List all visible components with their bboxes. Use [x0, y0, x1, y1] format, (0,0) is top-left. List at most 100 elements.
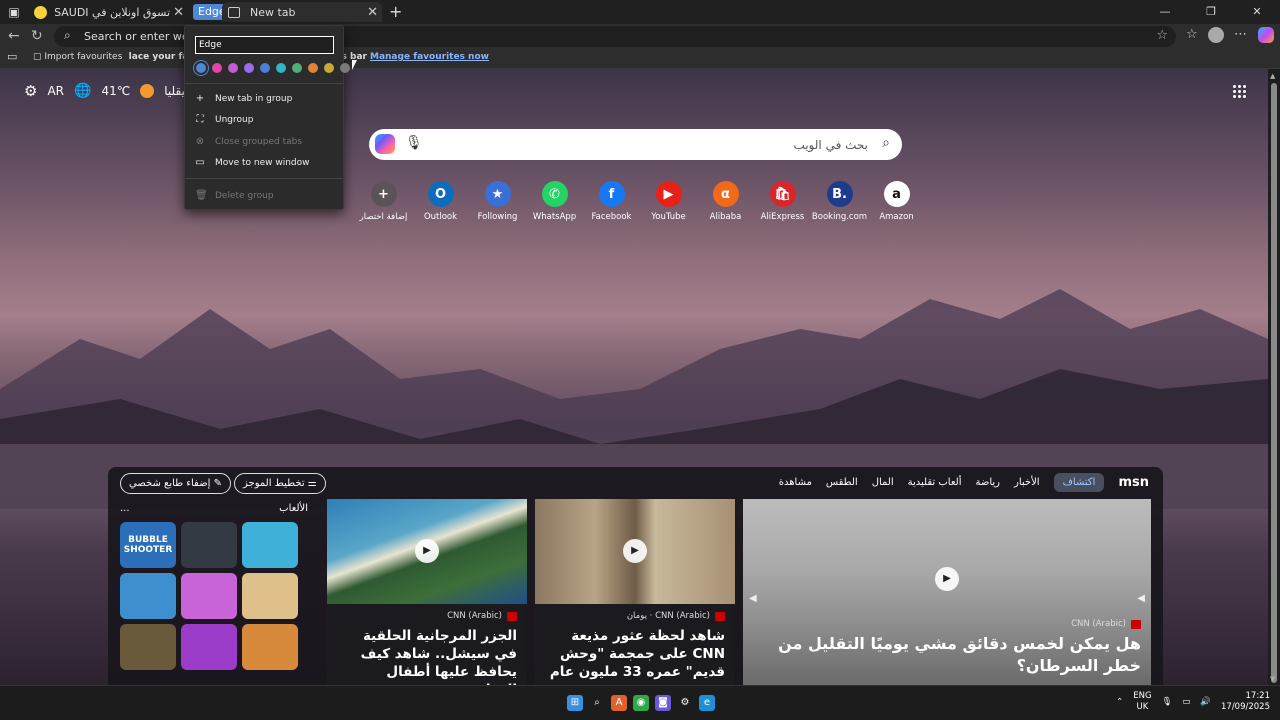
feed-tab-4[interactable]: المال [872, 477, 894, 488]
copilot-button[interactable] [1258, 27, 1274, 43]
news-card[interactable]: ▶ CNN (Arabic) · يومان شاهد لحظة عثور مذ… [535, 499, 735, 685]
tab-new-tab[interactable]: New tab ✕ [222, 2, 382, 22]
game-tile[interactable] [120, 573, 176, 619]
close-tab-icon[interactable]: ✕ [173, 5, 184, 20]
taskbar-app-icon[interactable]: ⚙ [677, 695, 693, 711]
quick-link-1[interactable]: B. Booking.com [811, 181, 868, 222]
feed-tab-1[interactable]: الأخبار [1014, 477, 1040, 488]
color-swatch-7[interactable] [308, 63, 318, 73]
scroll-up-icon[interactable]: ▲ [1270, 72, 1275, 80]
news-card[interactable]: ▶ CNN (Arabic) الجزر المرجانية الحلقية ف… [327, 499, 527, 685]
feed-layout-button[interactable]: تخطيط الموجز ⚌ [234, 473, 326, 494]
reading-list-icon[interactable]: ▭ [7, 50, 17, 63]
game-tile[interactable] [120, 624, 176, 670]
taskbar-app-icon[interactable]: A [611, 695, 627, 711]
manage-favourites-link[interactable]: Manage favourites now [370, 52, 489, 62]
scrollbar-thumb[interactable] [1271, 83, 1277, 683]
color-swatch-0[interactable] [196, 63, 206, 73]
microphone-icon[interactable]: 🎙 [1162, 697, 1173, 707]
close-tab-icon[interactable]: ✕ [367, 5, 378, 20]
feed-tab-2[interactable]: رياضة [975, 477, 1000, 488]
carousel-next-icon[interactable]: ◀ [1137, 593, 1145, 604]
color-swatch-2[interactable] [228, 63, 238, 73]
game-tile[interactable] [181, 624, 237, 670]
game-tile[interactable] [242, 573, 298, 619]
play-icon[interactable]: ▶ [623, 539, 647, 563]
color-swatch-4[interactable] [260, 63, 270, 73]
input-language[interactable]: ENG UK [1133, 691, 1151, 713]
copilot-logo-icon[interactable] [375, 134, 395, 154]
game-tile[interactable] [181, 522, 237, 568]
taskbar-app-icon[interactable]: ◙ [655, 695, 671, 711]
web-search-box[interactable]: 🎙 ⌕ [369, 129, 902, 160]
color-swatch-3[interactable] [244, 63, 254, 73]
search-icon[interactable]: ⌕ [882, 135, 890, 151]
language-toggle[interactable]: AR [47, 84, 64, 98]
tray-overflow-icon[interactable]: ⌃ [1116, 697, 1123, 707]
scroll-down-icon[interactable]: ▼ [1270, 675, 1275, 683]
quick-link-0[interactable]: a Amazon [868, 181, 925, 222]
apps-grid-icon[interactable] [1232, 84, 1246, 98]
maximize-button[interactable]: ❐ [1188, 0, 1234, 24]
feed-tab-6[interactable]: مشاهدة [779, 477, 812, 488]
taskbar-app-icon[interactable]: ⊞ [567, 695, 583, 711]
play-icon[interactable]: ▶ [415, 539, 439, 563]
color-swatch-8[interactable] [324, 63, 334, 73]
card-title[interactable]: الجزر المرجانية الحلقية في سيشل.. شاهد ك… [337, 627, 517, 685]
games-more-button[interactable]: ... [120, 503, 130, 514]
quick-link-8[interactable]: O Outlook [412, 181, 469, 222]
temperature[interactable]: 41℃ [101, 84, 130, 98]
group-name-input[interactable] [195, 36, 334, 54]
back-arrow-icon[interactable]: ← [8, 28, 20, 44]
volume-icon[interactable]: 🔊 [1200, 697, 1211, 707]
color-swatch-1[interactable] [212, 63, 222, 73]
import-favourites-button[interactable]: ▢ Import favourites [33, 52, 122, 62]
quick-link-9[interactable]: + إضافة اختصار [355, 181, 412, 222]
web-search-input[interactable] [568, 136, 868, 154]
taskbar-app-icon[interactable]: e [699, 695, 715, 711]
game-tile[interactable]: BUBBLE SHOOTER [120, 522, 176, 568]
tab-noon[interactable]: تسوق اونلاين في SAUDI | نون - مو ✕ [28, 2, 188, 22]
settings-gear-icon[interactable]: ⚙ [24, 82, 37, 100]
card-title[interactable]: شاهد لحظة عثور مذيعة CNN على جمجمة "وحش … [545, 627, 725, 685]
globe-icon[interactable]: 🌐 [74, 83, 91, 99]
quick-link-3[interactable]: α Alibaba [697, 181, 754, 222]
more-options-icon[interactable]: ⋯ [1234, 27, 1247, 42]
play-icon[interactable]: ▶ [935, 567, 959, 591]
page-scrollbar[interactable]: ▲ ▼ [1268, 69, 1280, 685]
feed-tab-5[interactable]: الطقس [826, 477, 858, 488]
game-tile[interactable] [242, 624, 298, 670]
quick-link-5[interactable]: f Facebook [583, 181, 640, 222]
profile-avatar[interactable] [1208, 27, 1224, 43]
refresh-icon[interactable]: ↻ [31, 28, 43, 44]
minimize-button[interactable]: — [1142, 0, 1188, 24]
taskbar-app-icon[interactable]: ◉ [633, 695, 649, 711]
game-tile[interactable] [242, 522, 298, 568]
quick-link-7[interactable]: ★ Following [469, 181, 526, 222]
color-swatch-9[interactable] [340, 63, 350, 73]
feed-tab-0[interactable]: اكتشاف [1053, 473, 1105, 492]
card-title[interactable]: هل يمكن لخمس دقائق مشي يوميًا التقليل من… [766, 633, 1141, 677]
ungroup-item[interactable]: ⛶ Ungroup [195, 114, 254, 125]
game-tile[interactable] [181, 573, 237, 619]
favourites-icon[interactable]: ☆ [1186, 27, 1198, 42]
color-swatch-5[interactable] [276, 63, 286, 73]
quick-link-4[interactable]: ▶ YouTube [640, 181, 697, 222]
favourite-star-icon[interactable]: ☆ [1156, 28, 1168, 43]
move-to-new-window-item[interactable]: ▭ Move to new window [195, 157, 309, 168]
featured-news-card[interactable]: ▶ ◀ ◀ CNN (Arabic) هل يمكن لخمس دقائق مش… [743, 499, 1151, 685]
color-swatch-6[interactable] [292, 63, 302, 73]
feed-tab-3[interactable]: ألعاب تقليدية [908, 477, 962, 488]
personalize-button[interactable]: إضفاء طابع شخصي ✎ [120, 473, 231, 494]
microphone-icon[interactable]: 🎙 [405, 135, 423, 151]
quick-link-2[interactable]: 🛍 AliExpress [754, 181, 811, 222]
workspaces-icon[interactable]: ▣ [6, 4, 22, 20]
taskbar-app-icon[interactable]: ⌕ [589, 695, 605, 711]
new-tab-button[interactable]: + [389, 2, 402, 21]
network-icon[interactable]: ▭ [1182, 697, 1190, 707]
close-window-button[interactable]: ✕ [1234, 0, 1280, 24]
new-tab-in-group-item[interactable]: + New tab in group [195, 93, 293, 104]
carousel-prev-icon[interactable]: ◀ [749, 593, 757, 604]
clock[interactable]: 17:21 17/09/2025 [1221, 691, 1270, 713]
quick-link-6[interactable]: ✆ WhatsApp [526, 181, 583, 222]
